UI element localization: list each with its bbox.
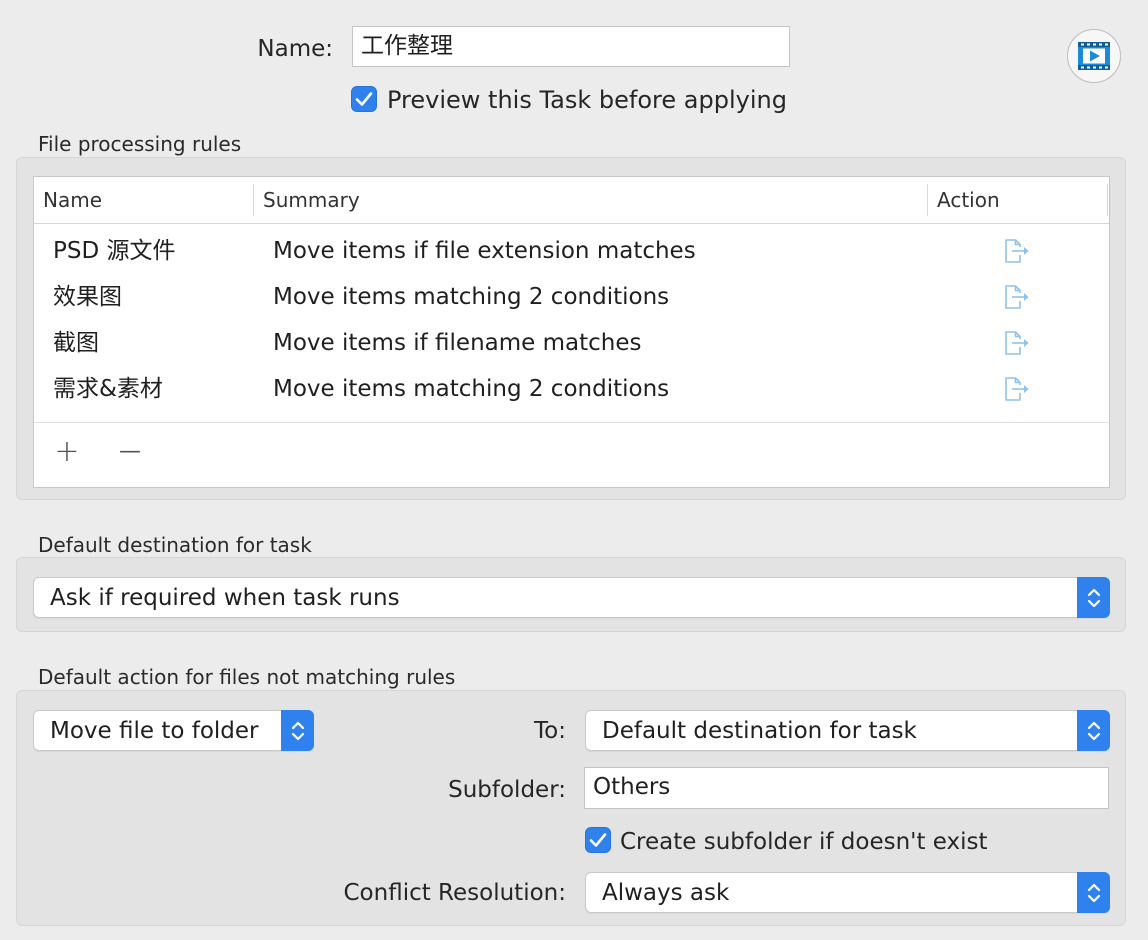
- checkmark-icon: [355, 92, 373, 106]
- name-label: Name:: [257, 36, 333, 62]
- task-name-field[interactable]: 工作整理: [352, 26, 790, 67]
- destination-popup[interactable]: Ask if required when task runs: [33, 577, 1110, 618]
- rule-summary: Move items if file extension matches: [273, 238, 696, 264]
- destination-popup-value: Ask if required when task runs: [50, 585, 400, 611]
- remove-rule-button[interactable]: —: [116, 434, 144, 470]
- preview-checkbox-label[interactable]: Preview this Task before applying: [387, 86, 787, 114]
- column-divider: [1107, 184, 1108, 216]
- rules-table: Name Summary Action PSD 源文件 Move items i…: [33, 176, 1110, 488]
- unmatched-action-popup[interactable]: Move file to folder: [33, 710, 314, 751]
- conflict-resolution-label: Conflict Resolution:: [343, 880, 567, 906]
- move-out-icon[interactable]: [1004, 377, 1032, 401]
- run-task-button[interactable]: [1067, 29, 1121, 83]
- subfolder-field[interactable]: Others: [584, 767, 1109, 809]
- column-header-summary[interactable]: Summary: [263, 177, 360, 223]
- to-destination-value: Default destination for task: [602, 718, 917, 744]
- checkmark-icon: [589, 833, 607, 847]
- to-label: To:: [534, 718, 566, 744]
- unmatched-section-title: Default action for files not matching ru…: [38, 665, 456, 689]
- column-divider[interactable]: [927, 184, 928, 216]
- move-out-icon[interactable]: [1004, 285, 1032, 309]
- table-footer-divider: [34, 422, 1109, 423]
- popup-stepper[interactable]: [281, 710, 314, 751]
- chevron-up-down-icon: [1087, 721, 1100, 740]
- table-row[interactable]: 截图 Move items if filename matches: [34, 320, 1109, 366]
- rule-name: 截图: [53, 330, 99, 356]
- unmatched-action-value: Move file to folder: [50, 718, 259, 744]
- destination-section-title: Default destination for task: [38, 533, 312, 557]
- chevron-up-down-icon: [1087, 588, 1100, 607]
- rules-table-header: Name Summary Action: [34, 177, 1109, 224]
- table-row[interactable]: 需求&素材 Move items matching 2 conditions: [34, 366, 1109, 412]
- move-out-icon[interactable]: [1004, 331, 1032, 355]
- chevron-up-down-icon: [291, 721, 304, 740]
- conflict-resolution-popup[interactable]: Always ask: [585, 872, 1110, 913]
- rule-summary: Move items if filename matches: [273, 330, 642, 356]
- table-row[interactable]: 效果图 Move items matching 2 conditions: [34, 274, 1109, 320]
- column-divider[interactable]: [253, 184, 254, 216]
- create-subfolder-checkbox[interactable]: [585, 827, 611, 853]
- rules-section-title: File processing rules: [38, 132, 242, 156]
- column-header-action[interactable]: Action: [937, 177, 1000, 223]
- create-subfolder-label[interactable]: Create subfolder if doesn't exist: [620, 828, 988, 856]
- rule-name: 需求&素材: [53, 376, 163, 402]
- rule-summary: Move items matching 2 conditions: [273, 376, 670, 402]
- popup-stepper[interactable]: [1077, 577, 1110, 618]
- add-rule-button[interactable]: +: [53, 434, 81, 470]
- rule-name: PSD 源文件: [53, 238, 176, 264]
- chevron-up-down-icon: [1087, 883, 1100, 902]
- rule-summary: Move items matching 2 conditions: [273, 284, 670, 310]
- popup-stepper[interactable]: [1077, 872, 1110, 913]
- column-header-name[interactable]: Name: [43, 177, 102, 223]
- table-row[interactable]: PSD 源文件 Move items if file extension mat…: [34, 228, 1109, 274]
- subfolder-label: Subfolder:: [448, 777, 566, 803]
- play-film-icon: [1078, 42, 1110, 70]
- conflict-resolution-value: Always ask: [602, 880, 730, 906]
- preview-checkbox[interactable]: [351, 86, 377, 112]
- rule-name: 效果图: [53, 284, 122, 310]
- move-out-icon[interactable]: [1004, 239, 1032, 263]
- popup-stepper[interactable]: [1077, 710, 1110, 751]
- to-destination-popup[interactable]: Default destination for task: [585, 710, 1110, 751]
